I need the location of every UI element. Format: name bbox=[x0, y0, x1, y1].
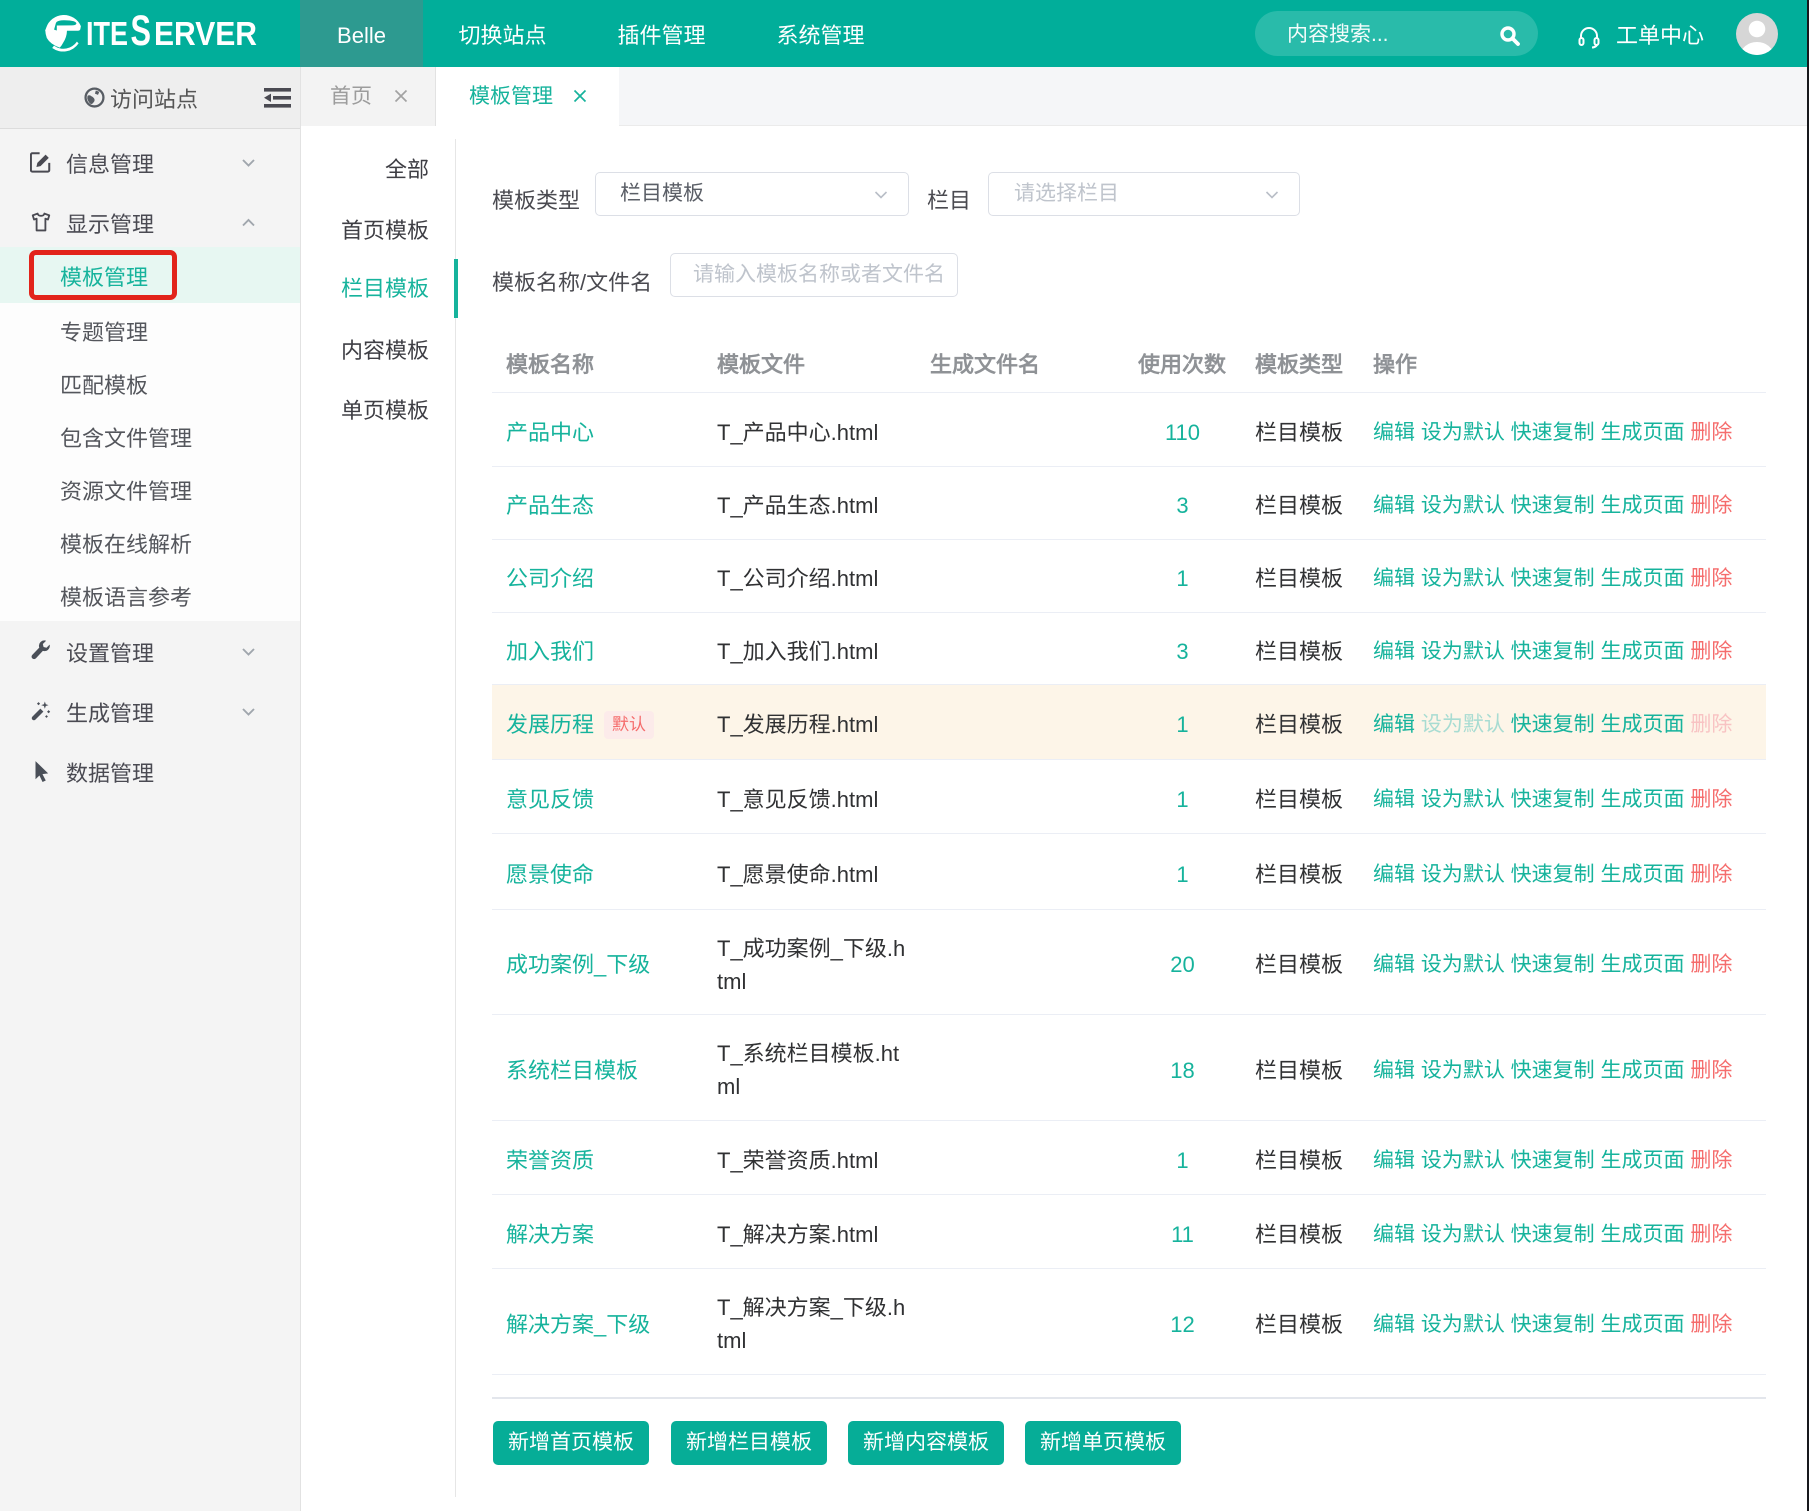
svg-text:ERVER: ERVER bbox=[154, 15, 257, 52]
svg-text:S: S bbox=[131, 7, 152, 55]
svg-text:ITE: ITE bbox=[86, 15, 128, 52]
